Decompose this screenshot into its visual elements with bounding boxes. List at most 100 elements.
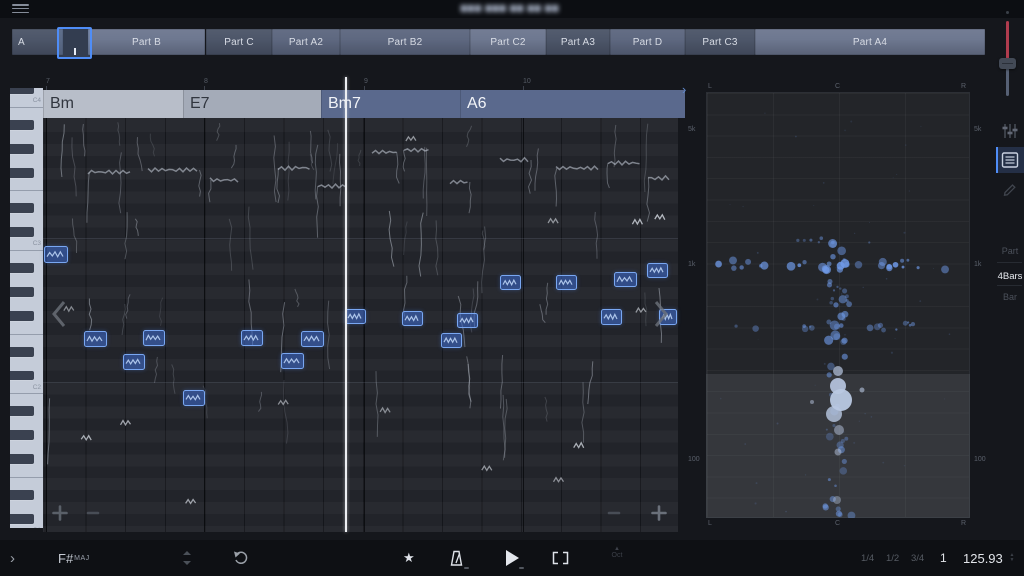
tempo-stepper[interactable]: ▲▼ (1008, 553, 1016, 562)
chord-segment[interactable]: Bm7 (321, 90, 467, 118)
octave-label: C2 (33, 384, 41, 391)
piano-key-black[interactable] (10, 144, 34, 154)
note-block[interactable] (441, 333, 462, 348)
grid-size-option-bar[interactable]: Bar (992, 292, 1024, 302)
octave-label: C3 (33, 240, 41, 247)
note-block[interactable] (614, 272, 637, 287)
favorite-star-icon[interactable]: ★ (403, 540, 415, 576)
ruler-tick: 9 (364, 78, 368, 85)
song-key-control[interactable]: F#MAJ (58, 540, 90, 576)
octave-indicator[interactable]: ▲Oct (606, 547, 628, 559)
note-block[interactable] (556, 275, 577, 290)
ruler-tick: 10 (523, 78, 531, 85)
division-option-3-4[interactable]: 3/4 (911, 540, 924, 576)
piano-key-black[interactable] (10, 227, 34, 237)
scroll-left-icon[interactable] (50, 299, 68, 329)
expand-key-panel-icon[interactable]: › (10, 540, 15, 576)
timeline-ruler[interactable]: 78910 (43, 77, 678, 90)
scroll-right-icon[interactable] (652, 299, 670, 329)
play-button[interactable] (504, 549, 520, 567)
undo-icon[interactable] (233, 550, 249, 565)
transport-bar: › F#MAJ ★ ▲Oct 1/4 1/2 3/4 1 125.93 ▲▼ (0, 540, 1024, 576)
note-block[interactable] (44, 246, 68, 263)
part-segment[interactable]: A (12, 29, 63, 55)
note-block[interactable] (301, 331, 324, 347)
part-segment[interactable]: Part A3 (546, 29, 610, 55)
analyzer-scatter (706, 92, 970, 518)
zoom-in-right-button[interactable] (651, 505, 667, 521)
part-selection-box[interactable] (57, 27, 92, 59)
master-fader-handle[interactable] (999, 58, 1016, 69)
mixer-faders-icon[interactable] (996, 118, 1024, 144)
zoom-out-right-button[interactable] (606, 505, 622, 521)
piano-key-black[interactable] (10, 371, 34, 381)
pitch-editor-grid[interactable] (43, 118, 678, 532)
piano-key-black[interactable] (10, 203, 34, 213)
key-root: F# (58, 551, 73, 566)
loop-region-icon[interactable] (552, 551, 569, 565)
metronome-icon[interactable] (449, 550, 464, 567)
tempo-display[interactable]: 125.93 (963, 540, 1003, 576)
note-block[interactable] (183, 390, 205, 406)
part-segment[interactable]: Part B2 (340, 29, 470, 55)
note-list-icon[interactable] (996, 147, 1024, 173)
master-fader-track-upper[interactable] (1006, 21, 1009, 63)
note-block[interactable] (601, 309, 622, 325)
metronome-menu-dash[interactable] (464, 567, 469, 569)
piano-key-black[interactable] (10, 88, 34, 94)
piano-key-black[interactable] (10, 514, 34, 524)
note-block[interactable] (123, 354, 145, 370)
division-option-1-2[interactable]: 1/2 (886, 540, 899, 576)
piano-key-black[interactable] (10, 311, 34, 321)
pencil-edit-icon[interactable] (996, 175, 1024, 201)
ruler-tick: 7 (46, 78, 50, 85)
key-stepper[interactable] (183, 551, 191, 565)
zoom-out-left-button[interactable] (85, 505, 101, 521)
piano-keyboard: C4 C3 C2 C1 (10, 88, 43, 528)
window-title-redacted: ▆▆▆ ▆▆▆ ▆▆ ▆▆ ▆▆ (440, 3, 580, 12)
note-block[interactable] (500, 275, 521, 290)
play-menu-dash[interactable] (519, 567, 524, 569)
note-block[interactable] (457, 313, 478, 328)
octave-label: C4 (33, 97, 41, 104)
note-block[interactable] (402, 311, 423, 326)
piano-key-black[interactable] (10, 168, 34, 178)
piano-key-black[interactable] (10, 406, 34, 416)
part-segment[interactable]: Part A2 (272, 29, 340, 55)
division-option-1[interactable]: 1 (940, 540, 947, 576)
chord-segment[interactable]: Bm (43, 90, 190, 118)
note-block[interactable] (143, 330, 165, 346)
note-block[interactable] (647, 263, 668, 278)
piano-key-black[interactable] (10, 120, 34, 130)
grid-size-option-4bars[interactable]: 4Bars (992, 271, 1024, 282)
octave-label: C1 (33, 527, 41, 528)
chord-segment[interactable]: A6 (460, 90, 685, 118)
piano-key-black[interactable] (10, 263, 34, 273)
grid-size-option-part[interactable]: Part (992, 246, 1024, 256)
note-block[interactable] (241, 330, 263, 346)
top-bar: ▆▆▆ ▆▆▆ ▆▆ ▆▆ ▆▆ (0, 0, 1024, 18)
parts-track: APart BPart CPart A2Part B2Part C2Part A… (0, 29, 1024, 55)
part-segment[interactable]: Part A4 (755, 29, 985, 55)
part-segment[interactable]: Part C2 (470, 29, 546, 55)
key-mode: MAJ (74, 555, 90, 562)
note-block[interactable] (281, 353, 304, 369)
part-segment[interactable]: Part B (88, 29, 205, 55)
part-segment[interactable]: Part D (610, 29, 685, 55)
note-block[interactable] (345, 309, 366, 324)
playhead (345, 77, 347, 532)
piano-key-black[interactable] (10, 454, 34, 464)
part-segment[interactable]: Part C3 (685, 29, 755, 55)
chord-segment[interactable]: E7 (183, 90, 328, 118)
piano-key-black[interactable] (10, 490, 34, 500)
part-segment[interactable]: Part C (206, 29, 272, 55)
piano-key-black[interactable] (10, 287, 34, 297)
fader-top-dot (1006, 11, 1009, 14)
menu-icon[interactable] (12, 4, 29, 14)
piano-key-black[interactable] (10, 430, 34, 440)
piano-key-black[interactable] (10, 347, 34, 357)
zoom-in-left-button[interactable] (52, 505, 68, 521)
note-block[interactable] (84, 331, 107, 347)
division-option-1-4[interactable]: 1/4 (861, 540, 874, 576)
panel-expand-icon[interactable]: › (682, 83, 686, 96)
